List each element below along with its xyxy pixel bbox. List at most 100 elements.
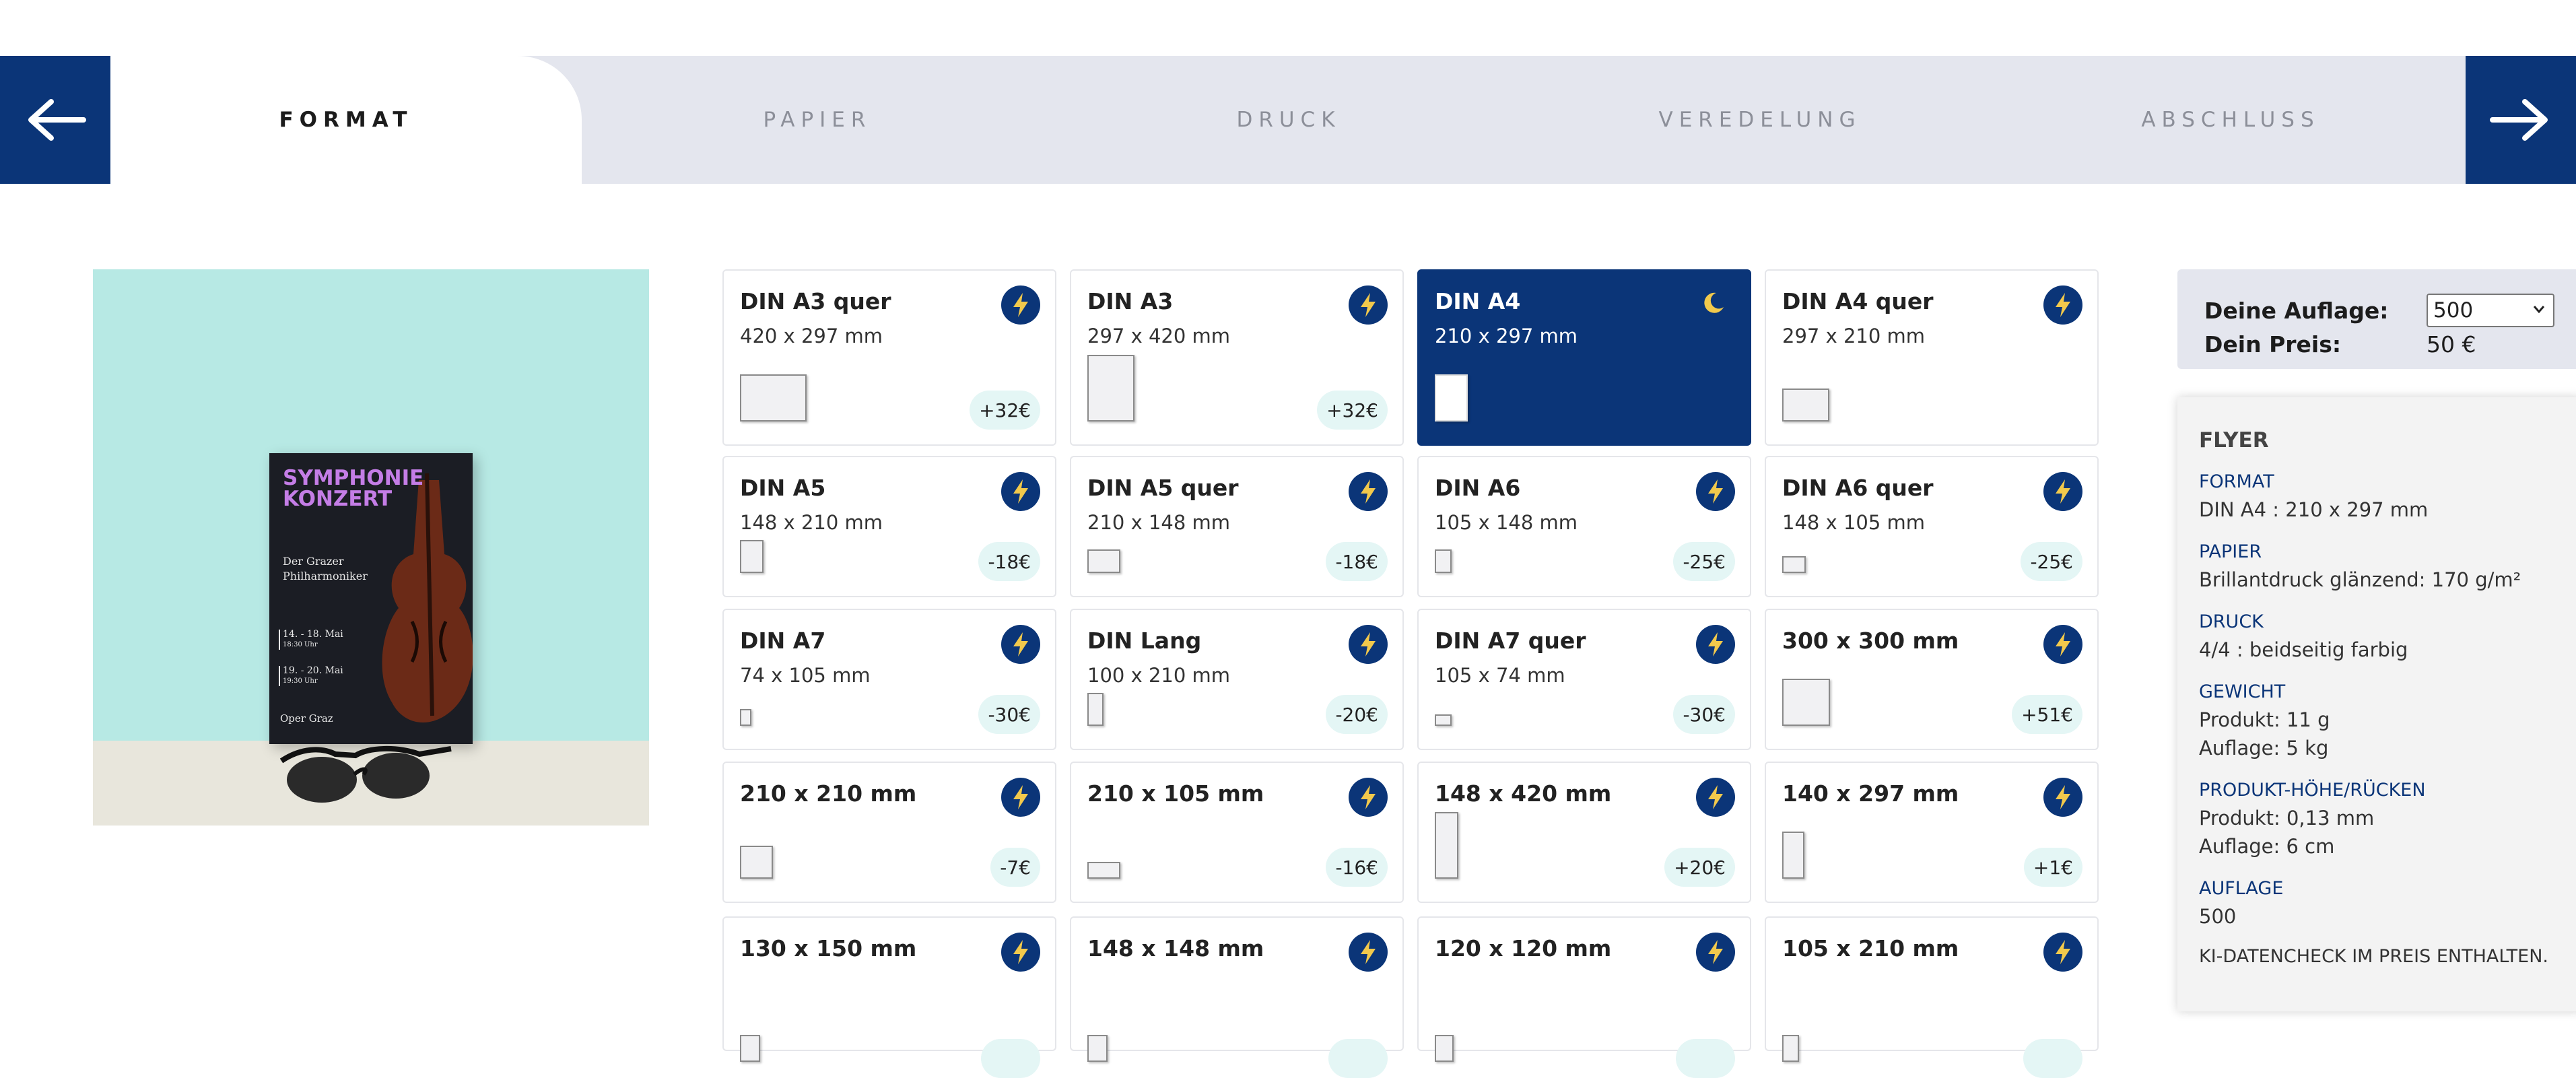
express-badge xyxy=(1696,778,1735,817)
format-name: 105 x 210 mm xyxy=(1782,935,1959,962)
format-card[interactable]: 105 x 210 mm xyxy=(1765,916,2099,1078)
summary-weight-label: GEWICHT xyxy=(2199,681,2286,702)
express-badge xyxy=(1001,778,1040,817)
format-card[interactable]: DIN A4 210 x 297 mm xyxy=(1417,269,1751,446)
format-price-badge xyxy=(981,1039,1040,1078)
format-card[interactable]: 300 x 300 mm +51€ xyxy=(1765,609,2099,750)
arrow-right-icon xyxy=(2490,99,2548,141)
format-price-badge: -18€ xyxy=(978,542,1040,581)
format-card[interactable]: DIN A5 quer 210 x 148 mm -18€ xyxy=(1070,456,1404,597)
lightning-icon xyxy=(1013,293,1028,317)
tab-format[interactable]: FORMAT xyxy=(110,56,582,184)
summary-height-run: Auflage: 6 cm xyxy=(2199,835,2335,858)
lightning-icon xyxy=(2056,632,2070,656)
summary-weight-product: Produkt: 11 g xyxy=(2199,708,2330,731)
lightning-icon xyxy=(1013,632,1028,656)
format-card[interactable]: 130 x 150 mm xyxy=(722,916,1056,1078)
lightning-icon xyxy=(2056,479,2070,504)
format-preview-shape xyxy=(1435,549,1452,573)
format-name: 140 x 297 mm xyxy=(1782,780,1959,807)
format-dimensions: 148 x 210 mm xyxy=(740,511,883,534)
lightning-icon xyxy=(1361,293,1376,317)
format-card[interactable]: 210 x 105 mm -16€ xyxy=(1070,762,1404,903)
express-badge xyxy=(1696,472,1735,511)
lightning-icon xyxy=(1013,940,1028,964)
format-card[interactable]: DIN A6 105 x 148 mm -25€ xyxy=(1417,456,1751,597)
tab-papier[interactable]: PAPIER xyxy=(582,56,1053,184)
next-step-button[interactable] xyxy=(2466,56,2576,184)
summary-run-label: AUFLAGE xyxy=(2199,878,2284,899)
format-card[interactable]: 148 x 420 mm +20€ xyxy=(1417,762,1751,903)
product-summary-panel: FLYER FORMAT DIN A4 : 210 x 297 mm PAPIE… xyxy=(2177,397,2576,1011)
poster-title: SYMPHONIE KONZERT xyxy=(283,466,424,511)
format-card[interactable]: 210 x 210 mm -7€ xyxy=(722,762,1056,903)
format-card[interactable]: DIN A4 quer 297 x 210 mm xyxy=(1765,269,2099,446)
price-label: Dein Preis: xyxy=(2204,331,2342,358)
express-badge xyxy=(1696,625,1735,664)
format-name: 210 x 105 mm xyxy=(1087,780,1264,807)
arrow-left-icon xyxy=(28,99,86,141)
format-name: DIN A5 quer xyxy=(1087,475,1239,501)
format-name: DIN A3 xyxy=(1087,288,1174,314)
format-card[interactable]: DIN A3 quer 420 x 297 mm +32€ xyxy=(722,269,1056,446)
summary-paper-value: Brillantdruck glänzend: 170 g/m² xyxy=(2199,568,2521,591)
format-name: 300 x 300 mm xyxy=(1782,628,1959,654)
format-dimensions: 105 x 74 mm xyxy=(1435,664,1565,687)
poster-date-2: 19. - 20. Mai 19:30 Uhr xyxy=(279,666,343,686)
format-preview-shape xyxy=(1087,1035,1108,1062)
format-name: DIN A7 xyxy=(740,628,826,654)
format-price-badge: -30€ xyxy=(1673,695,1735,734)
format-card[interactable]: DIN A7 74 x 105 mm -30€ xyxy=(722,609,1056,750)
format-card[interactable]: DIN A3 297 x 420 mm +32€ xyxy=(1070,269,1404,446)
format-preview-shape xyxy=(740,1035,760,1062)
tab-abschluss[interactable]: ABSCHLUSS xyxy=(1996,56,2466,184)
format-name: DIN A4 quer xyxy=(1782,288,1934,314)
format-price-badge: -16€ xyxy=(1326,848,1388,887)
lightning-icon xyxy=(1708,632,1723,656)
format-card[interactable]: DIN Lang 100 x 210 mm -20€ xyxy=(1070,609,1404,750)
format-preview-shape xyxy=(1087,355,1134,422)
format-card[interactable]: 148 x 148 mm xyxy=(1070,916,1404,1078)
format-name: DIN A5 xyxy=(740,475,826,501)
format-card[interactable]: 120 x 120 mm xyxy=(1417,916,1751,1078)
lightning-icon xyxy=(2056,940,2070,964)
express-badge xyxy=(1349,285,1388,325)
sunglasses-illustration xyxy=(279,745,452,803)
format-preview-shape xyxy=(1782,556,1806,573)
format-name: DIN A6 xyxy=(1435,475,1521,501)
previous-step-button[interactable] xyxy=(0,56,110,184)
lightning-icon xyxy=(1013,479,1028,504)
format-price-badge: -30€ xyxy=(978,695,1040,734)
tab-druck[interactable]: DRUCK xyxy=(1053,56,1524,184)
format-price-badge: -18€ xyxy=(1326,542,1388,581)
express-badge xyxy=(2043,933,2082,972)
format-dimensions: 210 x 148 mm xyxy=(1087,511,1231,534)
summary-format-label: FORMAT xyxy=(2199,471,2274,492)
summary-note: KI-DATENCHECK IM PREIS ENTHALTEN. xyxy=(2199,946,2549,967)
format-preview-shape xyxy=(1087,862,1121,879)
format-price-badge: -25€ xyxy=(2021,542,2082,581)
express-badge xyxy=(1001,933,1040,972)
format-dimensions: 100 x 210 mm xyxy=(1087,664,1231,687)
violin-illustration xyxy=(382,473,473,722)
format-price-badge: -20€ xyxy=(1326,695,1388,734)
format-price-badge xyxy=(1328,1039,1388,1078)
format-name: DIN Lang xyxy=(1087,628,1202,654)
format-price-badge: -25€ xyxy=(1673,542,1735,581)
express-badge xyxy=(2043,285,2082,325)
format-preview-shape xyxy=(1782,832,1804,879)
price-value: 50 € xyxy=(2427,331,2476,358)
format-price-badge: +1€ xyxy=(2023,848,2082,887)
lightning-icon xyxy=(1708,785,1723,809)
format-price-badge: +32€ xyxy=(970,391,1040,430)
format-card[interactable]: DIN A6 quer 148 x 105 mm -25€ xyxy=(1765,456,2099,597)
lightning-icon xyxy=(1708,940,1723,964)
poster-venue: Oper Graz xyxy=(280,712,333,725)
quantity-select[interactable]: 500 xyxy=(2427,294,2554,327)
format-card[interactable]: 140 x 297 mm +1€ xyxy=(1765,762,2099,903)
format-card[interactable]: DIN A7 quer 105 x 74 mm -30€ xyxy=(1417,609,1751,750)
tab-veredelung[interactable]: VEREDELUNG xyxy=(1524,56,1996,184)
format-preview-shape xyxy=(1435,1035,1454,1062)
format-card[interactable]: DIN A5 148 x 210 mm -18€ xyxy=(722,456,1056,597)
format-name: DIN A4 xyxy=(1435,288,1521,314)
